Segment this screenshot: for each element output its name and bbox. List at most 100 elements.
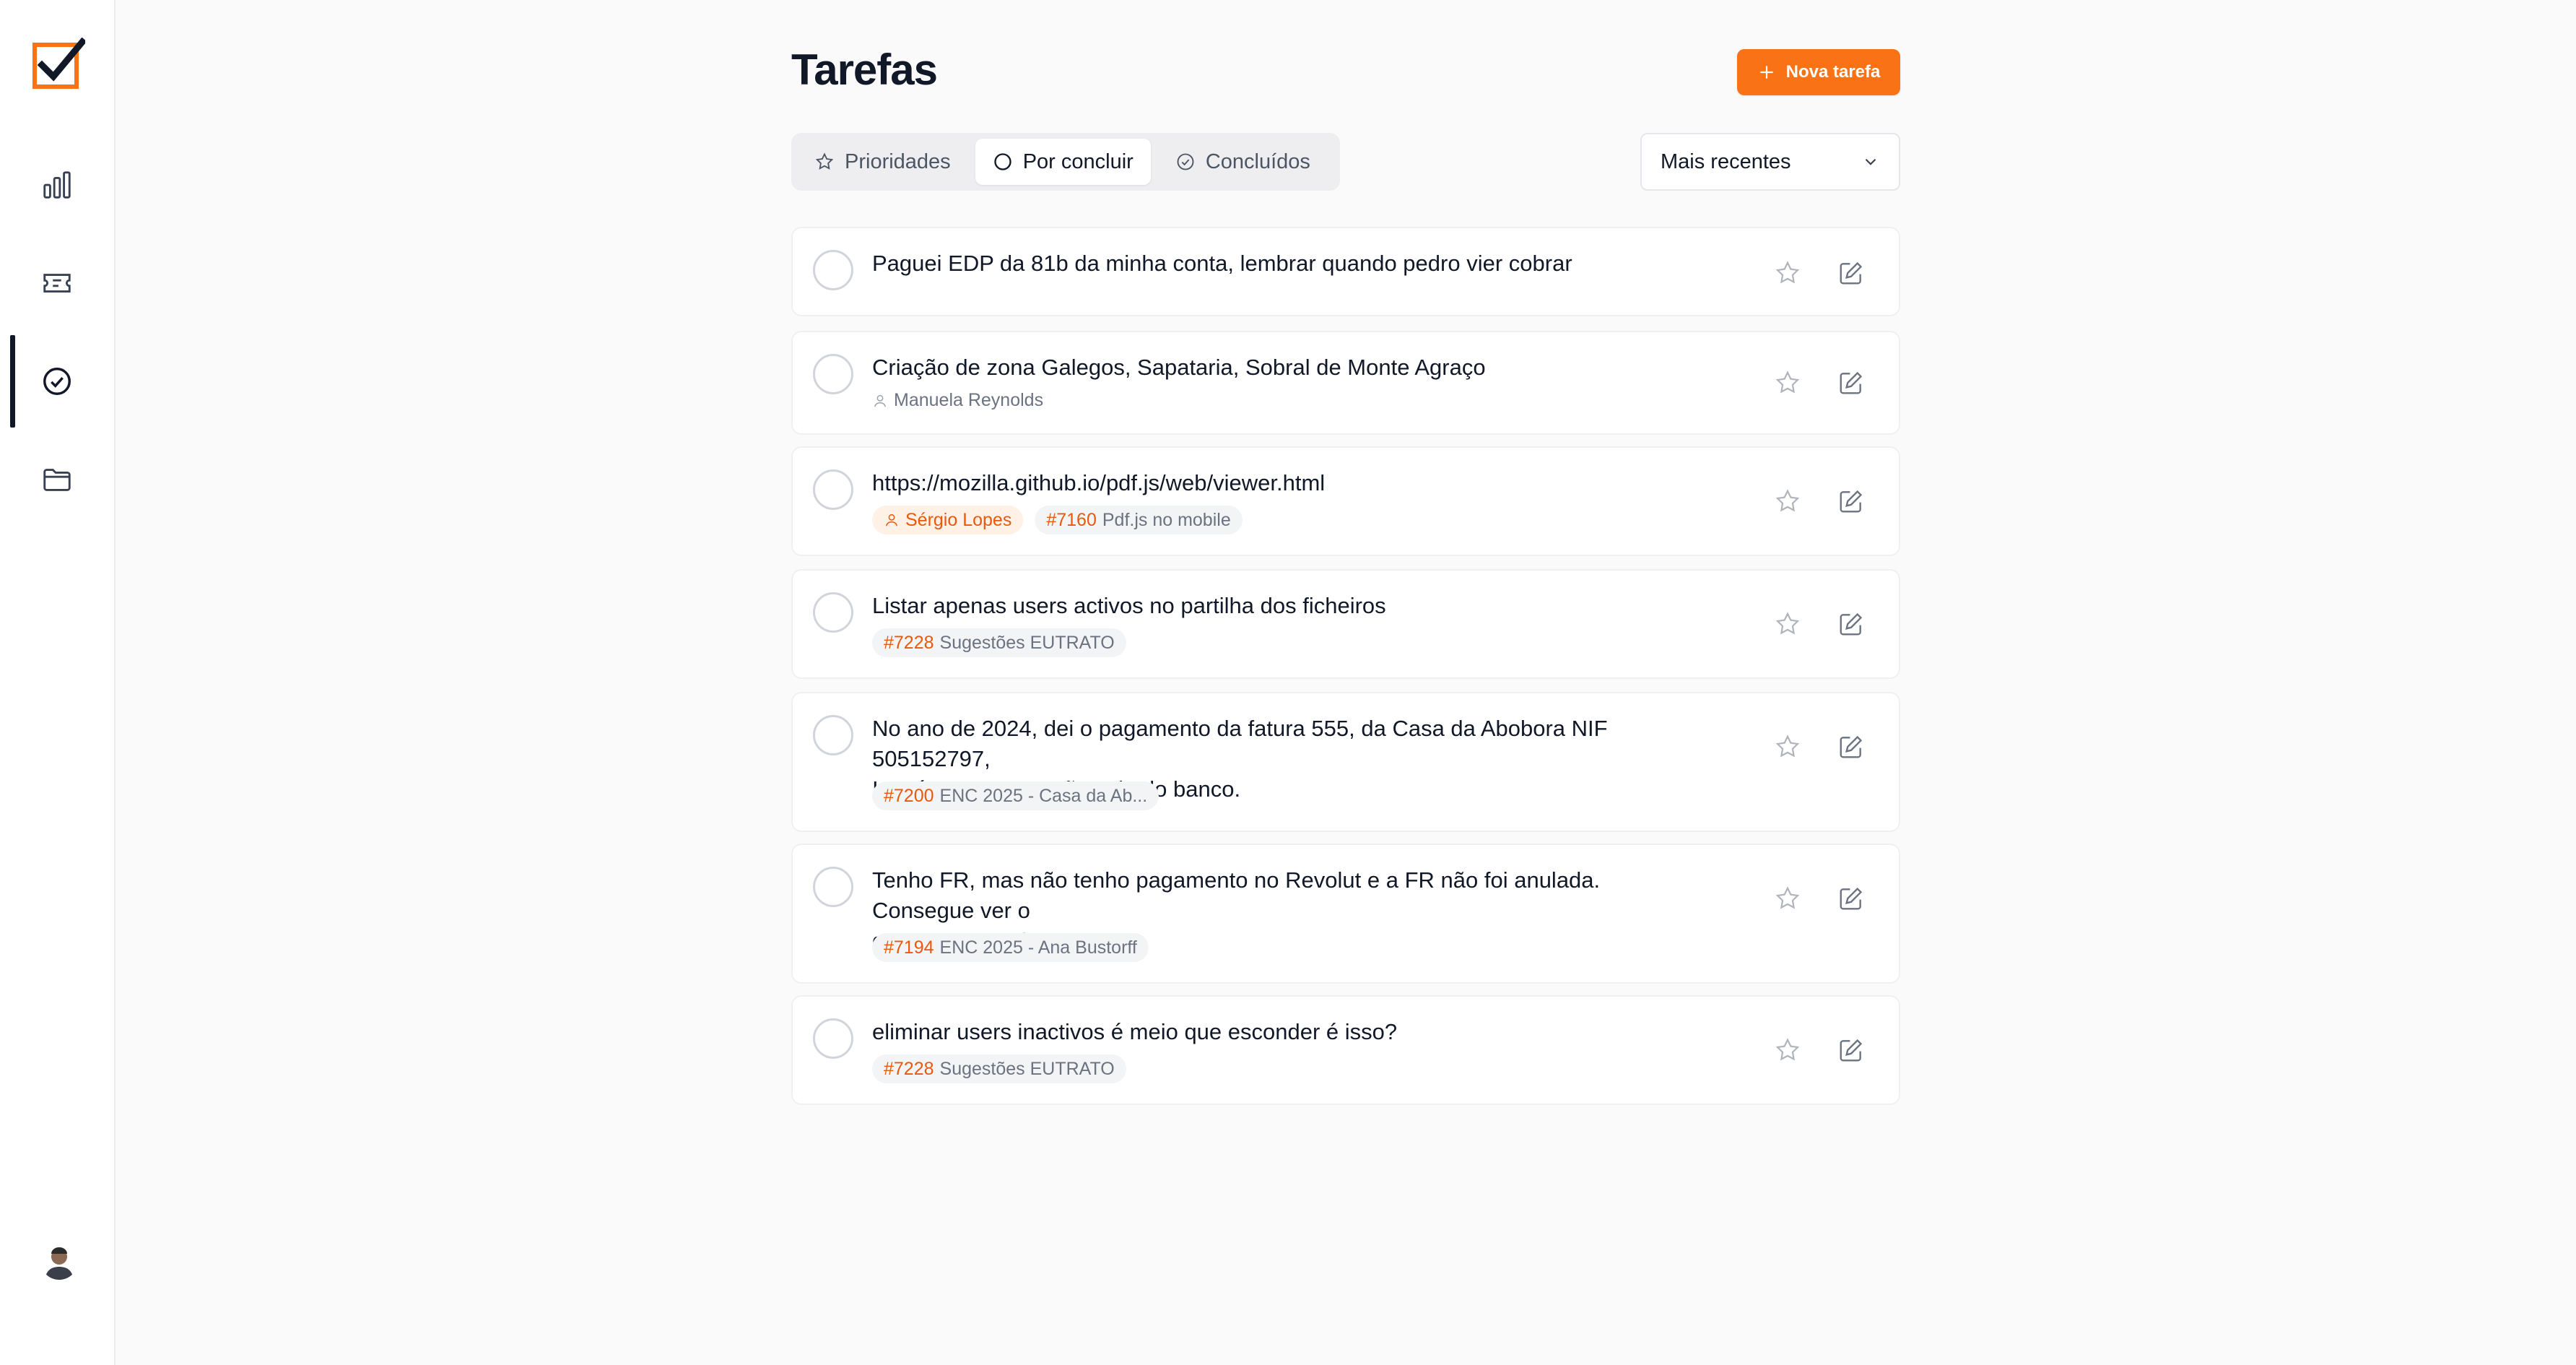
user-avatar[interactable] bbox=[40, 1242, 78, 1280]
complete-checkbox[interactable] bbox=[813, 715, 853, 755]
assignee-name: Manuela Reynolds bbox=[894, 390, 1044, 410]
ticket-chip[interactable]: #7228 Sugestões EUTRATO bbox=[872, 1054, 1126, 1083]
ticket-chip[interactable]: #7194 ENC 2025 - Ana Bustorff bbox=[872, 933, 1149, 962]
edit-icon bbox=[1840, 735, 1863, 758]
task-item[interactable]: https://mozilla.github.io/pdf.js/web/vie… bbox=[791, 446, 1900, 556]
tab-prioridades[interactable]: Prioridades bbox=[797, 139, 968, 185]
favorite-button[interactable] bbox=[1770, 607, 1805, 641]
ticket-chip[interactable]: #7160 Pdf.js no mobile bbox=[1035, 506, 1243, 534]
plus-icon bbox=[1759, 66, 1773, 79]
check-circle-icon bbox=[43, 368, 71, 395]
nav-item-dashboard[interactable] bbox=[0, 139, 114, 231]
task-title-line: Tenho FR, mas não tenho pagamento no Rev… bbox=[872, 867, 1601, 923]
edit-icon bbox=[1840, 490, 1863, 513]
ticket-chip[interactable]: #7200 ENC 2025 - Casa da Ab... bbox=[872, 781, 1159, 810]
complete-checkbox[interactable] bbox=[813, 250, 853, 290]
edit-button[interactable] bbox=[1834, 729, 1868, 764]
task-meta: Sérgio Lopes #7160 Pdf.js no mobile bbox=[872, 506, 1243, 534]
edit-button[interactable] bbox=[1834, 484, 1868, 519]
task-title: Listar apenas users activos no partilha … bbox=[872, 593, 1386, 618]
edit-icon bbox=[1840, 1039, 1863, 1062]
favorite-button[interactable] bbox=[1770, 1033, 1805, 1067]
edit-button[interactable] bbox=[1834, 365, 1868, 400]
task-item[interactable]: Criação de zona Galegos, Sapataria, Sobr… bbox=[791, 331, 1900, 435]
edit-button[interactable] bbox=[1834, 1033, 1868, 1067]
edit-button[interactable] bbox=[1834, 607, 1868, 641]
check-circle-icon bbox=[1177, 153, 1194, 170]
task-filter-tabs: Prioridades Por concluir Concluídos bbox=[791, 133, 1340, 191]
task-meta: #7200 ENC 2025 - Casa da Ab... bbox=[872, 781, 1159, 810]
favorite-button[interactable] bbox=[1770, 484, 1805, 519]
task-item[interactable]: eliminar users inactivos é meio que esco… bbox=[791, 995, 1900, 1105]
nav-item-tickets[interactable] bbox=[0, 237, 114, 329]
page-title: Tarefas bbox=[791, 46, 938, 94]
task-item[interactable]: No ano de 2024, dei o pagamento da fatur… bbox=[791, 692, 1900, 832]
new-task-label: Nova tarefa bbox=[1785, 62, 1881, 82]
complete-checkbox[interactable] bbox=[813, 469, 853, 510]
task-title: Criação de zona Galegos, Sapataria, Sobr… bbox=[872, 355, 1486, 380]
task-item[interactable]: Paguei EDP da 81b da minha conta, lembra… bbox=[791, 227, 1900, 316]
ticket-title: ENC 2025 - Ana Bustorff bbox=[939, 937, 1137, 958]
favorite-button[interactable] bbox=[1770, 729, 1805, 764]
star-icon bbox=[1775, 370, 1800, 394]
ticket-number: #7194 bbox=[884, 937, 934, 958]
ticket-number: #7228 bbox=[884, 632, 934, 653]
edit-button[interactable] bbox=[1834, 256, 1868, 290]
star-icon bbox=[815, 152, 834, 170]
task-item[interactable]: Tenho FR, mas não tenho pagamento no Rev… bbox=[791, 844, 1900, 984]
ticket-number: #7228 bbox=[884, 1058, 934, 1079]
ticket-icon bbox=[43, 274, 71, 292]
nav-item-files[interactable] bbox=[0, 433, 114, 526]
complete-checkbox[interactable] bbox=[813, 867, 853, 907]
star-icon bbox=[1775, 734, 1800, 758]
star-icon bbox=[1775, 261, 1800, 284]
folder-icon bbox=[43, 469, 71, 491]
edit-icon bbox=[1840, 612, 1863, 636]
favorite-button[interactable] bbox=[1770, 256, 1805, 290]
complete-checkbox[interactable] bbox=[813, 1018, 853, 1059]
bar-chart-icon bbox=[43, 171, 71, 199]
tab-concluidos[interactable]: Concluídos bbox=[1158, 139, 1328, 185]
ticket-number: #7200 bbox=[884, 785, 934, 806]
tab-por-concluir[interactable]: Por concluir bbox=[975, 139, 1151, 185]
task-meta: #7228 Sugestões EUTRATO bbox=[872, 1054, 1126, 1083]
user-icon bbox=[885, 514, 898, 526]
checkbox-logo[interactable] bbox=[32, 37, 87, 90]
ticket-number: #7160 bbox=[1046, 509, 1097, 530]
star-icon bbox=[1775, 1038, 1800, 1061]
favorite-button[interactable] bbox=[1770, 881, 1805, 916]
task-title-line: No ano de 2024, dei o pagamento da fatur… bbox=[872, 716, 1608, 771]
task-title: Paguei EDP da 81b da minha conta, lembra… bbox=[872, 251, 1572, 276]
ticket-chip[interactable]: #7228 Sugestões EUTRATO bbox=[872, 628, 1126, 657]
task-meta: #7194 ENC 2025 - Ana Bustorff bbox=[872, 933, 1149, 962]
new-task-button[interactable]: Nova tarefa bbox=[1737, 49, 1900, 95]
sort-dropdown[interactable]: Mais recentes bbox=[1640, 133, 1900, 191]
star-icon bbox=[1775, 612, 1800, 635]
ticket-title: ENC 2025 - Casa da Ab... bbox=[939, 785, 1148, 806]
chevron-down-icon bbox=[1865, 158, 1876, 165]
edit-icon bbox=[1840, 371, 1863, 394]
complete-checkbox[interactable] bbox=[813, 592, 853, 633]
ticket-title: Pdf.js no mobile bbox=[1102, 509, 1231, 530]
star-icon bbox=[1775, 886, 1800, 909]
task-meta: #7228 Sugestões EUTRATO bbox=[872, 628, 1126, 657]
nav-item-tasks[interactable] bbox=[0, 335, 114, 428]
tab-label: Prioridades bbox=[845, 150, 951, 173]
favorite-button[interactable] bbox=[1770, 365, 1805, 400]
tab-label: Por concluir bbox=[1022, 150, 1133, 173]
ticket-title: Sugestões EUTRATO bbox=[939, 1058, 1115, 1079]
task-meta: Manuela Reynolds bbox=[872, 390, 1043, 411]
task-item[interactable]: Listar apenas users activos no partilha … bbox=[791, 569, 1900, 679]
assignee-chip[interactable]: Sérgio Lopes bbox=[872, 506, 1024, 534]
assignee-name: Sérgio Lopes bbox=[905, 509, 1012, 530]
user-icon bbox=[874, 394, 887, 407]
edit-button[interactable] bbox=[1834, 881, 1868, 916]
sort-selected-value: Mais recentes bbox=[1661, 150, 1791, 173]
circle-icon bbox=[994, 153, 1011, 170]
sidebar bbox=[0, 0, 116, 1365]
edit-icon bbox=[1840, 887, 1863, 910]
edit-icon bbox=[1840, 261, 1863, 285]
tab-label: Concluídos bbox=[1205, 150, 1310, 173]
complete-checkbox[interactable] bbox=[813, 354, 853, 394]
assignee[interactable]: Manuela Reynolds bbox=[872, 390, 1043, 411]
